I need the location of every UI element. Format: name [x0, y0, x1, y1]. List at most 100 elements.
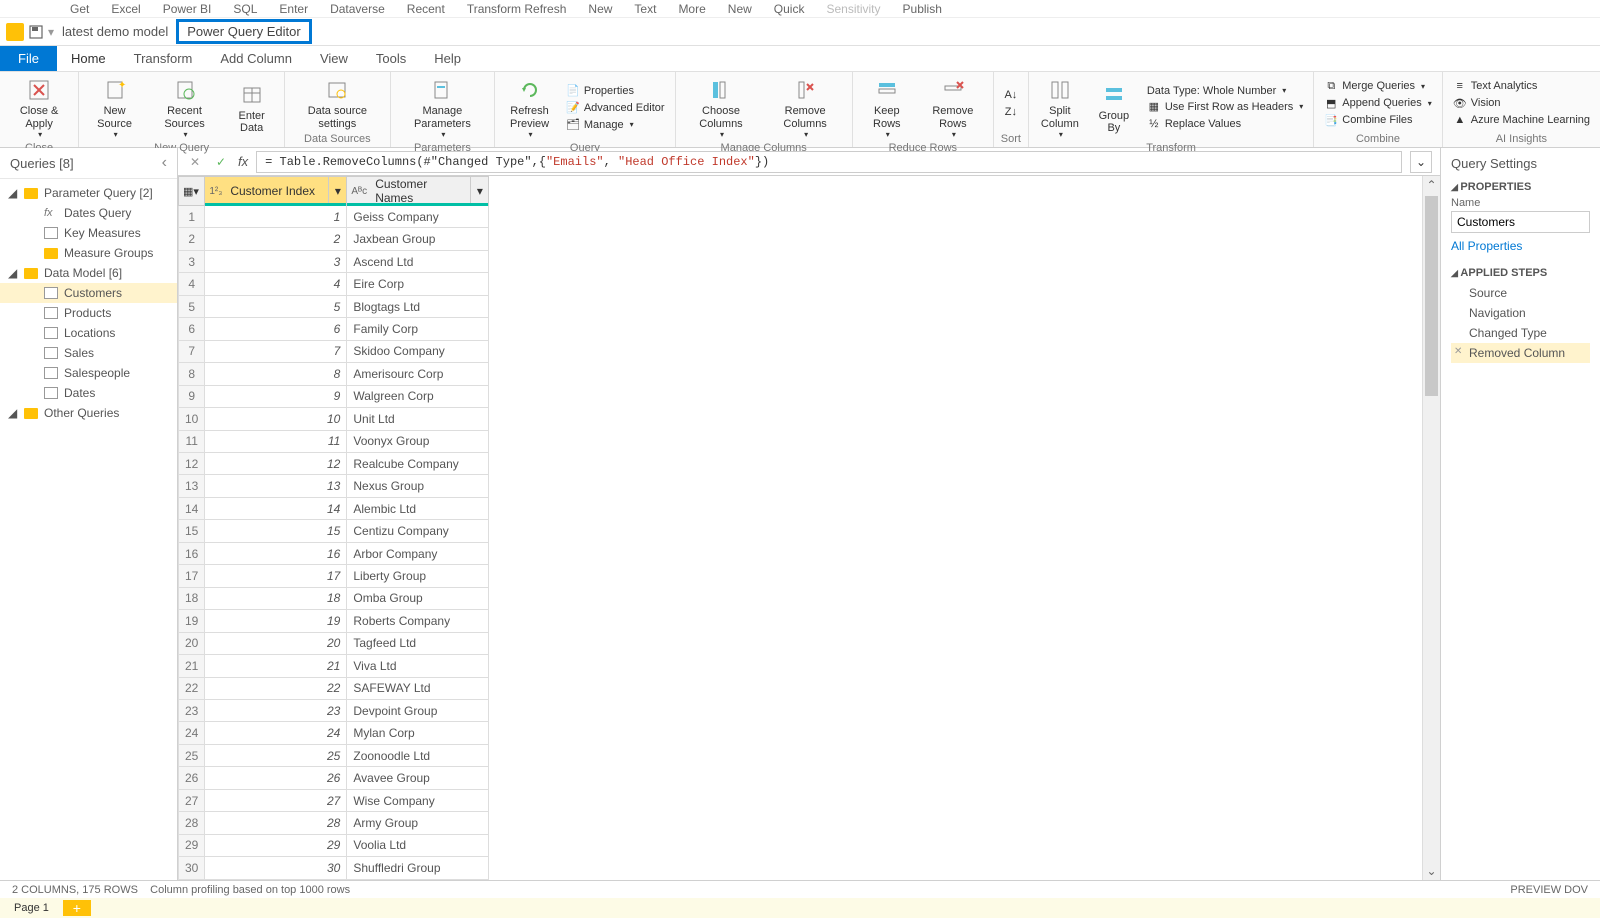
- context-menu-item[interactable]: Enter: [279, 2, 308, 16]
- cell[interactable]: 14: [205, 497, 347, 519]
- refresh-preview-button[interactable]: Refresh Preview▾: [501, 74, 558, 141]
- combine-files-button[interactable]: 📑Combine Files: [1320, 112, 1436, 128]
- table-row[interactable]: 1212Realcube Company: [179, 452, 489, 474]
- cancel-formula-button[interactable]: ✕: [186, 155, 204, 169]
- table-row[interactable]: 1818Omba Group: [179, 587, 489, 609]
- advanced-editor-button[interactable]: 📝Advanced Editor: [562, 100, 669, 116]
- cell[interactable]: Family Corp: [347, 318, 489, 340]
- query-name-input[interactable]: [1451, 211, 1590, 233]
- cell[interactable]: 3: [205, 250, 347, 272]
- table-row[interactable]: 1717Liberty Group: [179, 565, 489, 587]
- cell[interactable]: Nexus Group: [347, 475, 489, 497]
- first-row-headers-button[interactable]: ▦Use First Row as Headers ▾: [1143, 99, 1307, 115]
- cell[interactable]: Centizu Company: [347, 520, 489, 542]
- scroll-down-button[interactable]: ⌄: [1423, 862, 1440, 880]
- cell[interactable]: 16: [205, 542, 347, 564]
- filter-button[interactable]: ▾: [328, 177, 346, 205]
- vertical-scrollbar[interactable]: ⌃ ⌄: [1422, 176, 1440, 880]
- table-row[interactable]: 66Family Corp: [179, 318, 489, 340]
- tree-item[interactable]: Sales: [0, 343, 177, 363]
- table-row[interactable]: 22Jaxbean Group: [179, 228, 489, 250]
- column-header[interactable]: AᴮcCustomer Names▾: [347, 177, 489, 206]
- cell[interactable]: 17: [205, 565, 347, 587]
- context-menu-item[interactable]: Publish: [903, 2, 942, 16]
- context-menu-item[interactable]: New: [728, 2, 752, 16]
- context-menu-item[interactable]: Excel: [111, 2, 140, 16]
- cell[interactable]: 7: [205, 340, 347, 362]
- tree-item[interactable]: Dates: [0, 383, 177, 403]
- context-menu-item[interactable]: Power BI: [163, 2, 212, 16]
- table-row[interactable]: 2222SAFEWAY Ltd: [179, 677, 489, 699]
- cell[interactable]: Voolia Ltd: [347, 834, 489, 856]
- cell[interactable]: 1: [205, 206, 347, 228]
- cell[interactable]: 12: [205, 452, 347, 474]
- cell[interactable]: 13: [205, 475, 347, 497]
- context-menu-item[interactable]: Recent: [407, 2, 445, 16]
- add-page-button[interactable]: +: [63, 900, 91, 916]
- sort-asc-button[interactable]: A↓: [1000, 87, 1022, 103]
- cell[interactable]: 6: [205, 318, 347, 340]
- cell[interactable]: 21: [205, 655, 347, 677]
- cell[interactable]: Blogtags Ltd: [347, 295, 489, 317]
- cell[interactable]: Walgreen Corp: [347, 385, 489, 407]
- table-row[interactable]: 2929Voolia Ltd: [179, 834, 489, 856]
- cell[interactable]: Army Group: [347, 812, 489, 834]
- cell[interactable]: Realcube Company: [347, 452, 489, 474]
- all-properties-link[interactable]: All Properties: [1451, 239, 1590, 253]
- tree-item[interactable]: Locations: [0, 323, 177, 343]
- cell[interactable]: Wise Company: [347, 789, 489, 811]
- cell[interactable]: Zoonoodle Ltd: [347, 744, 489, 766]
- context-menu-item[interactable]: Quick: [774, 2, 805, 16]
- cell[interactable]: Alembic Ltd: [347, 497, 489, 519]
- cell[interactable]: Geiss Company: [347, 206, 489, 228]
- page-tab[interactable]: Page 1: [0, 900, 63, 916]
- enter-data-button[interactable]: Enter Data: [225, 79, 278, 137]
- table-row[interactable]: 77Skidoo Company: [179, 340, 489, 362]
- cell[interactable]: 9: [205, 385, 347, 407]
- cell[interactable]: Skidoo Company: [347, 340, 489, 362]
- cell[interactable]: 11: [205, 430, 347, 452]
- cell[interactable]: Jaxbean Group: [347, 228, 489, 250]
- table-row[interactable]: 88Amerisourc Corp: [179, 363, 489, 385]
- cell[interactable]: Unit Ltd: [347, 408, 489, 430]
- table-row[interactable]: 1010Unit Ltd: [179, 408, 489, 430]
- replace-values-button[interactable]: ½Replace Values: [1143, 116, 1307, 132]
- tree-item[interactable]: Products: [0, 303, 177, 323]
- applied-step[interactable]: Removed Column: [1451, 343, 1590, 363]
- tab-home[interactable]: Home: [57, 47, 120, 70]
- close-apply-button[interactable]: Close & Apply▾: [6, 74, 72, 141]
- table-row[interactable]: 1313Nexus Group: [179, 475, 489, 497]
- cell[interactable]: 26: [205, 767, 347, 789]
- cell[interactable]: Shuffledri Group: [347, 857, 489, 880]
- context-menu-item[interactable]: Dataverse: [330, 2, 385, 16]
- formula-input[interactable]: = Table.RemoveColumns(#"Changed Type",{"…: [256, 151, 1402, 173]
- applied-step[interactable]: Navigation: [1451, 303, 1590, 323]
- context-menu-item[interactable]: More: [678, 2, 705, 16]
- sort-desc-button[interactable]: Z↓: [1000, 104, 1022, 120]
- column-header[interactable]: 1²₃Customer Index▾: [205, 177, 347, 206]
- table-row[interactable]: 11Geiss Company: [179, 206, 489, 228]
- table-row[interactable]: 44Eire Corp: [179, 273, 489, 295]
- tab-help[interactable]: Help: [420, 47, 475, 70]
- scroll-up-button[interactable]: ⌃: [1423, 176, 1440, 194]
- context-menu-item[interactable]: Text: [634, 2, 656, 16]
- filter-button[interactable]: ▾: [470, 177, 488, 205]
- tree-folder[interactable]: ◢Data Model [6]: [0, 263, 177, 283]
- remove-columns-button[interactable]: Remove Columns▾: [764, 74, 845, 141]
- table-row[interactable]: 2121Viva Ltd: [179, 655, 489, 677]
- cell[interactable]: 23: [205, 699, 347, 721]
- context-menu-item[interactable]: New: [588, 2, 612, 16]
- tree-item[interactable]: Key Measures: [0, 223, 177, 243]
- cell[interactable]: Amerisourc Corp: [347, 363, 489, 385]
- table-row[interactable]: 2626Avavee Group: [179, 767, 489, 789]
- table-row[interactable]: 33Ascend Ltd: [179, 250, 489, 272]
- cell[interactable]: Liberty Group: [347, 565, 489, 587]
- keep-rows-button[interactable]: Keep Rows▾: [859, 74, 915, 141]
- tab-file[interactable]: File: [0, 46, 57, 71]
- cell[interactable]: 5: [205, 295, 347, 317]
- context-menu-item[interactable]: SQL: [233, 2, 257, 16]
- group-by-button[interactable]: Group By: [1089, 79, 1139, 137]
- recent-sources-button[interactable]: Recent Sources▾: [148, 74, 221, 141]
- table-corner[interactable]: ▦▾: [179, 177, 205, 206]
- cell[interactable]: Arbor Company: [347, 542, 489, 564]
